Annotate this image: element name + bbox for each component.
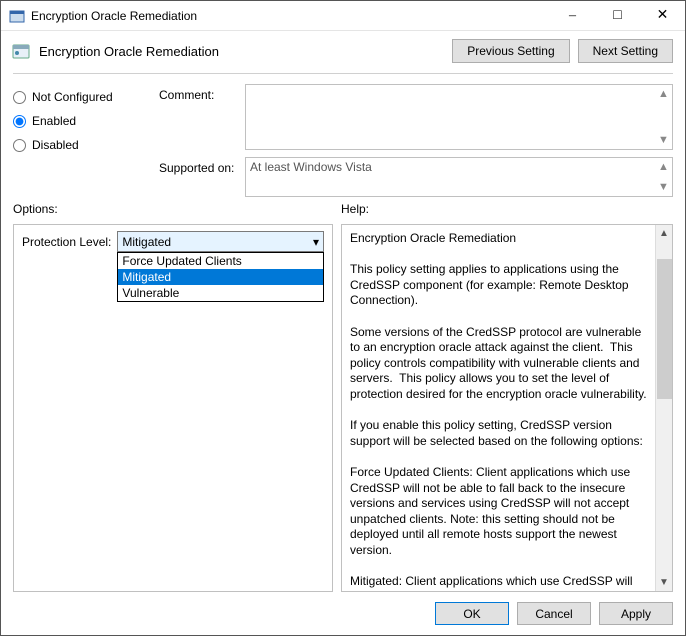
split-container: Options: Help: Protection Level: Mitigat… xyxy=(1,202,685,592)
window-title: Encryption Oracle Remediation xyxy=(31,9,550,23)
comment-label: Comment: xyxy=(159,84,239,102)
next-setting-button[interactable]: Next Setting xyxy=(578,39,673,63)
policy-icon xyxy=(11,41,31,61)
protection-option-mitigated[interactable]: Mitigated xyxy=(118,269,323,285)
chevron-down-icon: ▾ xyxy=(313,235,319,249)
protection-option-vulnerable[interactable]: Vulnerable xyxy=(118,285,323,301)
supported-wrap: At least Windows Vista ▲ ▼ xyxy=(245,157,673,200)
radio-disabled-input[interactable] xyxy=(13,139,26,152)
radio-enabled-input[interactable] xyxy=(13,115,26,128)
help-label: Help: xyxy=(341,202,369,216)
page-title: Encryption Oracle Remediation xyxy=(39,44,444,59)
protection-combo-display[interactable]: Mitigated ▾ xyxy=(117,231,324,252)
comment-wrap: ▲ ▼ xyxy=(245,84,673,153)
window-controls: – □ ✕ xyxy=(550,1,685,30)
maximize-button[interactable]: □ xyxy=(595,1,640,30)
options-label: Options: xyxy=(13,202,333,216)
help-text: Encryption Oracle Remediation This polic… xyxy=(342,225,655,591)
help-scrollbar[interactable]: ▲ ▼ xyxy=(655,225,672,591)
radio-enabled-label: Enabled xyxy=(32,114,76,128)
ok-button[interactable]: OK xyxy=(435,602,509,625)
supported-label: Supported on: xyxy=(159,157,239,175)
footer: OK Cancel Apply xyxy=(1,592,685,635)
protection-label: Protection Level: xyxy=(22,235,111,249)
window-root: Encryption Oracle Remediation – □ ✕ Encr… xyxy=(0,0,686,636)
split-body: Protection Level: Mitigated ▾ Force Upda… xyxy=(13,224,673,592)
comment-textarea[interactable] xyxy=(245,84,673,150)
protection-combo-list: Force Updated Clients Mitigated Vulnerab… xyxy=(117,252,324,302)
split-headers: Options: Help: xyxy=(13,202,673,216)
apply-button[interactable]: Apply xyxy=(599,602,673,625)
protection-combo[interactable]: Mitigated ▾ Force Updated Clients Mitiga… xyxy=(117,231,324,252)
radio-disabled[interactable]: Disabled xyxy=(13,138,153,152)
minimize-button[interactable]: – xyxy=(550,1,595,30)
state-radio-group: Not Configured Enabled Disabled xyxy=(13,84,153,152)
close-button[interactable]: ✕ xyxy=(640,1,685,30)
header-row: Encryption Oracle Remediation Previous S… xyxy=(1,31,685,67)
radio-disabled-label: Disabled xyxy=(32,138,79,152)
options-pane: Protection Level: Mitigated ▾ Force Upda… xyxy=(13,224,333,592)
protection-selected-value: Mitigated xyxy=(122,235,171,249)
app-icon xyxy=(9,8,25,24)
scroll-down-icon[interactable]: ▼ xyxy=(659,574,669,591)
help-pane: Encryption Oracle Remediation This polic… xyxy=(341,224,673,592)
scroll-up-icon[interactable]: ▲ xyxy=(659,225,669,242)
previous-setting-button[interactable]: Previous Setting xyxy=(452,39,569,63)
config-grid: Not Configured Enabled Disabled Comment:… xyxy=(1,78,685,202)
protection-option-force[interactable]: Force Updated Clients xyxy=(118,253,323,269)
separator xyxy=(13,73,673,74)
radio-enabled[interactable]: Enabled xyxy=(13,114,153,128)
protection-row: Protection Level: Mitigated ▾ Force Upda… xyxy=(22,231,324,252)
titlebar: Encryption Oracle Remediation – □ ✕ xyxy=(1,1,685,31)
supported-textarea: At least Windows Vista xyxy=(245,157,673,197)
cancel-button[interactable]: Cancel xyxy=(517,602,591,625)
radio-not-configured-input[interactable] xyxy=(13,91,26,104)
radio-not-configured-label: Not Configured xyxy=(32,90,113,104)
scrollbar-thumb[interactable] xyxy=(657,259,672,399)
radio-not-configured[interactable]: Not Configured xyxy=(13,90,153,104)
